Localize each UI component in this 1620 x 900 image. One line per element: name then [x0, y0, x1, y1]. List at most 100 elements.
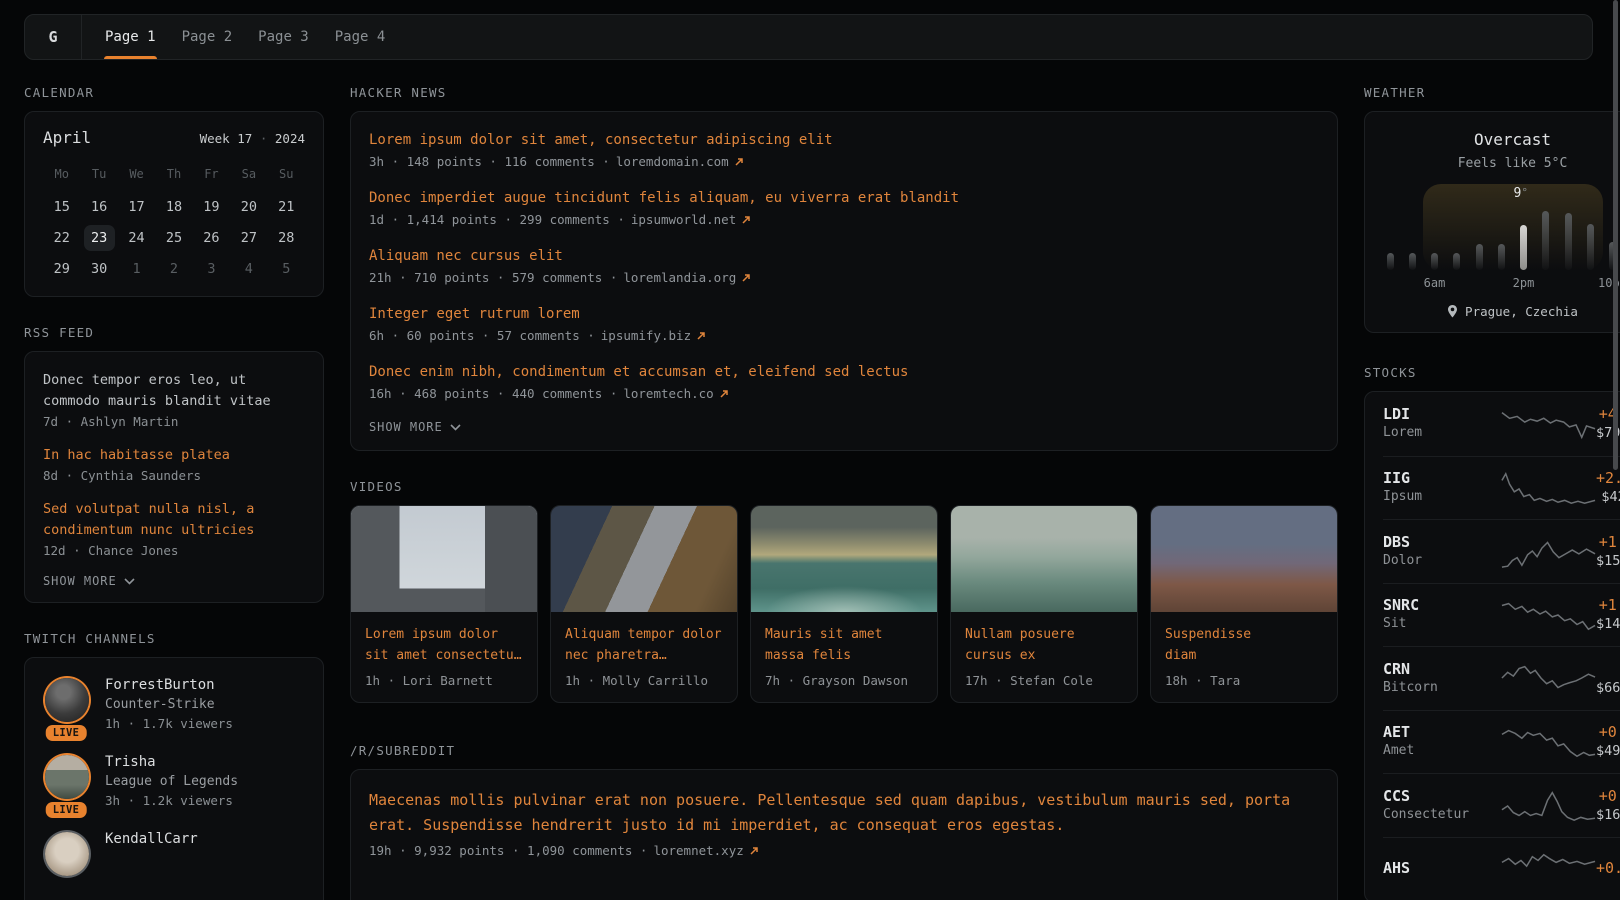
rss-item-title-link[interactable]: In hac habitasse platea	[43, 445, 305, 466]
twitch-channel-game[interactable]: League of Legends	[105, 772, 238, 791]
twitch-channel-name[interactable]: Trisha	[105, 753, 238, 772]
rss-item-title-link[interactable]: Donec tempor eros leo, ut commodo mauris…	[43, 370, 305, 412]
hn-item-title-link[interactable]: Donec imperdiet augue tincidunt felis al…	[369, 188, 1319, 208]
hn-item-title-link[interactable]: Integer eget rutrum lorem	[369, 304, 1319, 324]
stocks-section: STOCKS LDI Lorem +4.35% $795.18 IIG	[1364, 365, 1620, 900]
stock-row[interactable]: LDI Lorem +4.35% $795.18	[1383, 392, 1620, 456]
stock-symbol: AET	[1383, 723, 1501, 742]
hn-item-domain-link[interactable]: loremdomain.com	[616, 154, 729, 169]
calendar-day[interactable]: 26	[193, 222, 230, 253]
video-title-link[interactable]: Nullam posuere cursus ex	[951, 612, 1137, 666]
calendar-day[interactable]: 22	[43, 222, 80, 253]
weather-bar[interactable]	[1387, 253, 1394, 270]
tab-page-4[interactable]: Page 4	[322, 15, 399, 59]
calendar-day[interactable]: 16	[80, 191, 117, 222]
stock-row[interactable]: CRN Bitcorn -1.00% $66,171.48	[1383, 646, 1620, 710]
twitch-channel-viewers: 1h · 1.7k viewers	[105, 714, 233, 733]
weather-bar[interactable]	[1453, 253, 1460, 270]
scrollbar[interactable]	[1613, 0, 1618, 470]
video-thumbnail[interactable]	[951, 506, 1137, 612]
avatar[interactable]	[45, 678, 89, 722]
calendar-day-next-month[interactable]: 4	[230, 253, 267, 284]
stock-row[interactable]: IIG Ipsum +2.84% $42.04	[1383, 456, 1620, 520]
calendar-day[interactable]: 21	[268, 191, 305, 222]
hn-item-domain-link[interactable]: ipsumworld.net	[631, 212, 736, 227]
weather-bar[interactable]	[1587, 224, 1594, 270]
weather-bar[interactable]	[1476, 244, 1483, 270]
current-temperature: 9°	[1514, 186, 1528, 201]
tab-page-2[interactable]: Page 2	[169, 15, 246, 59]
tab-page-1[interactable]: Page 1	[92, 15, 169, 59]
hn-item: Donec enim nibh, condimentum et accumsan…	[369, 362, 1319, 401]
avatar[interactable]	[45, 832, 89, 876]
calendar-day[interactable]: 30	[80, 253, 117, 284]
video-meta: 18h · Tara	[1151, 666, 1337, 702]
stock-symbol: LDI	[1383, 405, 1501, 424]
video-title-link[interactable]: Lorem ipsum dolor sit amet consectetu…	[351, 612, 537, 666]
stock-row[interactable]: AHS +0.46%	[1383, 837, 1620, 900]
calendar-day[interactable]: 29	[43, 253, 80, 284]
calendar-day-next-month[interactable]: 1	[118, 253, 155, 284]
video-title-link[interactable]: Mauris sit amet massa felis	[751, 612, 937, 666]
calendar-day-next-month[interactable]: 3	[193, 253, 230, 284]
calendar-day[interactable]: 19	[193, 191, 230, 222]
subreddit-post: Maecenas mollis pulvinar erat non posuer…	[369, 788, 1319, 858]
video-thumbnail[interactable]	[751, 506, 937, 612]
calendar-day[interactable]: 25	[155, 222, 192, 253]
rss-item: In hac habitasse platea 8d · Cynthia Sau…	[43, 445, 305, 483]
external-link-icon	[720, 390, 728, 398]
twitch-channel-game[interactable]: Counter-Strike	[105, 695, 233, 714]
video-thumbnail[interactable]	[351, 506, 537, 612]
calendar-day-next-month[interactable]: 5	[268, 253, 305, 284]
weather-hourly-chart: 9°	[1387, 184, 1620, 270]
hn-item-title-link[interactable]: Donec enim nibh, condimentum et accumsan…	[369, 362, 1319, 382]
hn-item-title-link[interactable]: Aliquam nec cursus elit	[369, 246, 1319, 266]
hn-item-meta: 1d · 1,414 points · 299 comments · ipsum…	[369, 212, 1319, 227]
hn-item-domain-link[interactable]: ipsumify.biz	[601, 328, 691, 343]
calendar-day[interactable]: 15	[43, 191, 80, 222]
stock-row[interactable]: SNRC Sit +1.36% $148.64	[1383, 583, 1620, 647]
tab-page-3[interactable]: Page 3	[245, 15, 322, 59]
twitch-channel-info: Trisha League of Legends 3h · 1.2k viewe…	[105, 753, 238, 810]
video-title-link[interactable]: Aliquam tempor dolor nec pharetra…	[551, 612, 737, 666]
hn-item-domain-link[interactable]: loremtech.co	[623, 386, 713, 401]
weather-bar[interactable]	[1565, 213, 1572, 270]
twitch-channel-row: KendallCarr	[43, 830, 305, 878]
video-thumbnail[interactable]	[551, 506, 737, 612]
weather-bar[interactable]	[1409, 253, 1416, 270]
weather-location[interactable]: Prague, Czechia	[1365, 304, 1620, 319]
calendar-day-next-month[interactable]: 2	[155, 253, 192, 284]
video-thumbnail[interactable]	[1151, 506, 1337, 612]
stock-sparkline	[1501, 850, 1596, 888]
calendar-day[interactable]: 17	[118, 191, 155, 222]
subreddit-post-title-link[interactable]: Maecenas mollis pulvinar erat non posuer…	[369, 788, 1319, 838]
calendar-day[interactable]: 28	[268, 222, 305, 253]
app-logo[interactable]: G	[25, 15, 82, 59]
stock-row[interactable]: DBS Dolor +1.42% $156.28	[1383, 519, 1620, 583]
calendar-day[interactable]: 20	[230, 191, 267, 222]
calendar-day-selected[interactable]: 23	[80, 222, 117, 253]
stock-name: Lorem	[1383, 424, 1501, 442]
stock-row[interactable]: CCS Consectetur +0.51% $165.84	[1383, 773, 1620, 837]
avatar[interactable]	[45, 755, 89, 799]
twitch-channel-info: KendallCarr	[105, 830, 198, 878]
weather-bar-current[interactable]	[1520, 225, 1527, 270]
twitch-channel-name[interactable]: KendallCarr	[105, 830, 198, 849]
hn-item-domain-link[interactable]: loremlandia.org	[623, 270, 736, 285]
weather-bar[interactable]	[1431, 253, 1438, 270]
hn-show-more-button[interactable]: SHOW MORE	[369, 420, 1319, 434]
twitch-channel-name[interactable]: ForrestBurton	[105, 676, 233, 695]
rss-item-meta: 12d · Chance Jones	[43, 543, 305, 558]
rss-item-title-link[interactable]: Sed volutpat nulla nisl, a condimentum n…	[43, 499, 305, 541]
calendar-day[interactable]: 27	[230, 222, 267, 253]
calendar-day[interactable]: 24	[118, 222, 155, 253]
rss-show-more-button[interactable]: SHOW MORE	[43, 574, 305, 588]
hn-item-title-link[interactable]: Lorem ipsum dolor sit amet, consectetur …	[369, 130, 1319, 150]
stock-row[interactable]: AET Amet +0.92% $499.72	[1383, 710, 1620, 774]
weather-bar[interactable]	[1498, 244, 1505, 270]
weather-bar[interactable]	[1542, 211, 1549, 270]
subreddit-post-domain-link[interactable]: loremnet.xyz	[653, 843, 743, 858]
video-meta: 1h · Lori Barnett	[351, 666, 537, 702]
video-title-link[interactable]: Suspendisse diam	[1151, 612, 1337, 666]
calendar-day[interactable]: 18	[155, 191, 192, 222]
